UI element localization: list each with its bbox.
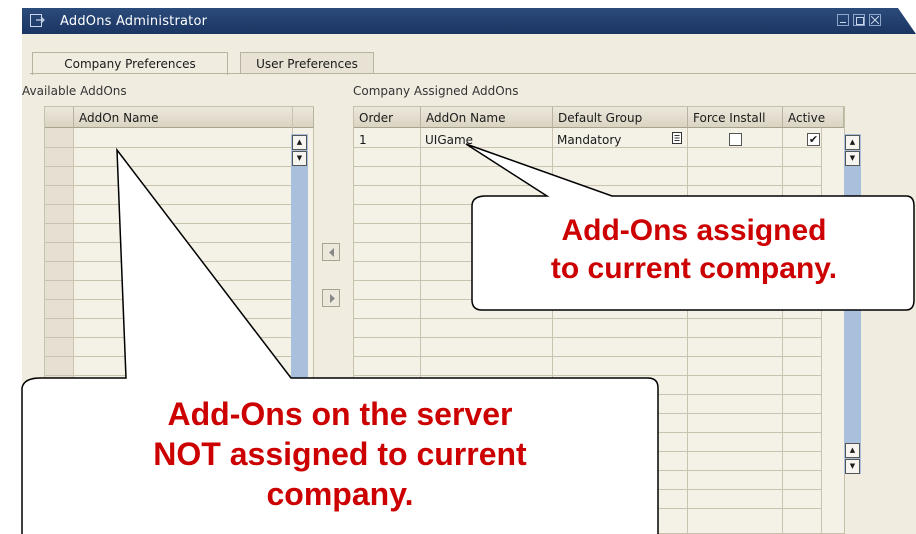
callout-assigned-text: Add-Ons assigned to current company. bbox=[474, 212, 914, 288]
callout-line: to current company. bbox=[550, 252, 838, 285]
callout-available-text: Add-Ons on the server NOT assigned to cu… bbox=[24, 394, 656, 514]
callout-line: company. bbox=[266, 476, 414, 512]
callout-line: Add-Ons assigned bbox=[561, 214, 827, 247]
callout-line: NOT assigned to current bbox=[153, 436, 527, 472]
callout-line: Add-Ons on the server bbox=[167, 396, 513, 432]
